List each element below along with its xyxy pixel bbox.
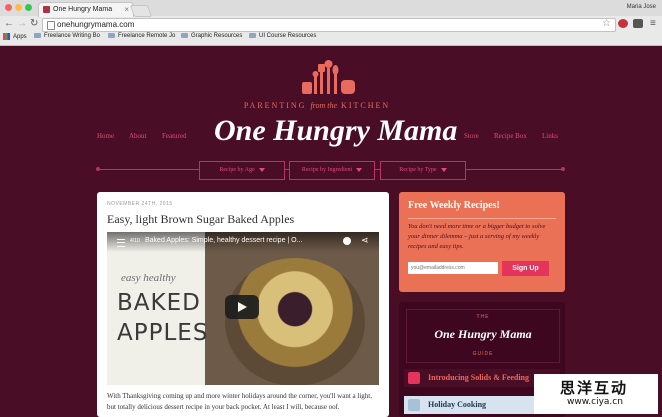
- caret-down-icon: [258, 167, 265, 172]
- pocket-icon[interactable]: [633, 19, 643, 28]
- baked-apple-image: [225, 258, 365, 385]
- bookmark-label: Graphic Resources: [191, 33, 243, 40]
- forward-icon[interactable]: →: [17, 18, 27, 29]
- bookmark-star-icon[interactable]: ☆: [602, 18, 611, 29]
- kitchen-utensils-icon: [302, 60, 355, 94]
- nav-store[interactable]: Store: [464, 132, 479, 140]
- nav-featured[interactable]: Featured: [162, 132, 187, 140]
- post-excerpt: With Thanksgiving coming up and more win…: [107, 392, 372, 411]
- browser-chrome: One Hungry Mama × Maria Jose ← → ↻ onehu…: [0, 0, 662, 46]
- guide-item-label: Holiday Cooking: [428, 400, 487, 409]
- nav-links[interactable]: Links: [542, 132, 558, 140]
- newsletter-body: You don't need more time or a bigger bud…: [408, 223, 546, 250]
- newsletter-title: Free Weekly Recipes!: [408, 200, 500, 211]
- profile-name[interactable]: Maria Jose: [627, 4, 656, 10]
- bookmark-item[interactable]: Graphic Resources: [181, 33, 242, 39]
- tab-bar: One Hungry Mama × Maria Jose: [0, 0, 662, 17]
- new-tab-button[interactable]: [129, 5, 153, 17]
- dropdown-label: Recipe by Type: [399, 167, 437, 173]
- tagline-word: from the: [310, 101, 338, 110]
- playlist-icon[interactable]: [117, 239, 125, 247]
- post-card: NOVEMBER 24TH, 2015 Easy, light Brown Su…: [97, 192, 389, 417]
- video-title[interactable]: Baked Apples: Simple, healthy dessert re…: [145, 237, 302, 244]
- tagline-word: KITCHEN: [341, 101, 391, 110]
- bookmark-item[interactable]: Freelance Writing Bo: [34, 33, 100, 39]
- maximize-window-icon[interactable]: [25, 4, 32, 11]
- watch-later-icon[interactable]: [343, 237, 351, 245]
- bookmark-label: UI Course Resources: [259, 33, 317, 40]
- video-title-bar: 4/10 Baked Apples: Simple, healthy desse…: [107, 232, 379, 252]
- guide-header[interactable]: THE One Hungry Mama GUIDE: [406, 309, 560, 363]
- site-title[interactable]: One Hungry Mama: [214, 114, 457, 148]
- guide-the: THE: [476, 314, 490, 320]
- caret-down-icon: [440, 167, 447, 172]
- recipe-by-age-dropdown[interactable]: Recipe by Age: [199, 161, 285, 180]
- post-date: NOVEMBER 24TH, 2015: [107, 201, 173, 207]
- favicon-icon: [43, 6, 50, 13]
- browser-tab[interactable]: One Hungry Mama ×: [38, 2, 134, 17]
- guide-label: GUIDE: [472, 351, 494, 357]
- menu-icon[interactable]: ≡: [650, 18, 656, 29]
- folder-icon: [34, 33, 41, 38]
- tagline-word: PARENTING: [243, 101, 307, 110]
- sign-up-button[interactable]: Sign Up: [502, 261, 549, 276]
- nav-home[interactable]: Home: [97, 132, 114, 140]
- post-title[interactable]: Easy, light Brown Sugar Baked Apples: [107, 212, 294, 227]
- baby-food-icon: [408, 372, 420, 384]
- dropdown-label: Recipe by Ingredient: [301, 167, 353, 173]
- caret-down-icon: [356, 167, 363, 172]
- play-button[interactable]: [225, 295, 259, 319]
- folder-icon: [108, 33, 115, 38]
- recipe-by-ingredient-dropdown[interactable]: Recipe by Ingredient: [289, 161, 375, 180]
- close-tab-icon[interactable]: ×: [124, 5, 129, 14]
- video-overlay-big: BAKED: [117, 290, 201, 316]
- watermark-url: www.ciya.cn: [567, 397, 623, 407]
- site-tagline: PARENTING from the KITCHEN: [222, 101, 412, 110]
- recipe-by-type-dropdown[interactable]: Recipe by Type: [380, 161, 466, 180]
- email-field[interactable]: [408, 262, 498, 274]
- watermark: 思洋互动 www.ciya.cn: [534, 374, 658, 414]
- bookmark-label: Freelance Remote Jo: [118, 33, 176, 40]
- guide-item-label: Introducing Solids & Feeding: [428, 373, 529, 382]
- address-bar[interactable]: onehungrymama.com ☆: [42, 18, 616, 32]
- close-window-icon[interactable]: [5, 4, 12, 11]
- video-thumbnail-text: easy healthy BAKED APPLES: [107, 232, 209, 385]
- minimize-window-icon[interactable]: [15, 4, 22, 11]
- holiday-icon: [408, 399, 420, 411]
- folder-icon: [249, 33, 256, 38]
- video-overlay-big: APPLES: [117, 320, 209, 346]
- url-text: onehungrymama.com: [57, 20, 135, 29]
- bookmark-label: Freelance Writing Bo: [44, 33, 100, 40]
- nav-about[interactable]: About: [129, 132, 147, 140]
- nav-recipe-box[interactable]: Recipe Box: [494, 132, 527, 140]
- dropdown-label: Recipe by Age: [219, 167, 255, 173]
- reload-icon[interactable]: ↻: [30, 18, 38, 29]
- guide-title: One Hungry Mama: [434, 327, 532, 341]
- video-overlay-small: easy healthy: [121, 272, 176, 284]
- bookmark-item[interactable]: UI Course Resources: [249, 33, 316, 39]
- back-icon[interactable]: ←: [4, 18, 14, 29]
- newsletter-divider: [408, 218, 556, 219]
- divider-dot: [561, 167, 565, 171]
- watermark-text: 思洋互动: [560, 379, 629, 397]
- bookmark-apps[interactable]: Apps: [3, 33, 27, 40]
- apps-icon: [3, 33, 10, 40]
- site-page: PARENTING from the KITCHEN One Hungry Ma…: [0, 46, 662, 417]
- tab-title: One Hungry Mama: [53, 6, 113, 13]
- share-icon[interactable]: ⋖: [361, 235, 369, 246]
- newsletter-box: Free Weekly Recipes! You don't need more…: [399, 192, 565, 292]
- bookmark-item[interactable]: Freelance Remote Jo: [108, 33, 175, 39]
- video-player[interactable]: easy healthy BAKED APPLES 4/10 Baked App…: [107, 232, 379, 385]
- extension-icon[interactable]: [618, 19, 628, 28]
- folder-icon: [181, 33, 188, 38]
- page-icon: [47, 21, 55, 30]
- bookmark-label: Apps: [13, 34, 27, 41]
- playlist-counter: 4/10: [130, 238, 140, 244]
